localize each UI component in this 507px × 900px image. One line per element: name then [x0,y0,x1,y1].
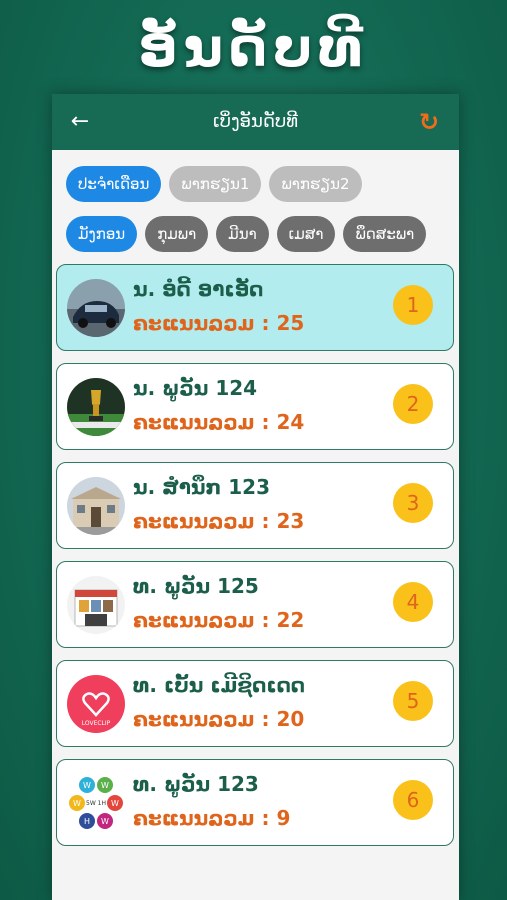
student-score: ຄະແນນລວມ : 20 [133,707,304,731]
score-label: ຄະແນນລວມ : [133,806,270,830]
score-label: ຄະແນນລວມ : [133,707,270,731]
ranking-card-1[interactable]: ນ. ອໍດີ້ ອາເອັດ ຄະແນນລວມ : 25 1 [56,264,454,351]
chip-april[interactable]: ເມສາ [276,216,336,252]
student-name: ນ. ອໍດີ້ ອາເອັດ [133,277,264,301]
student-score: ຄະແນນລວມ : 9 [133,806,290,830]
ranking-card-2[interactable]: ນ. ພູວັນ 124 ຄະແນນລວມ : 24 2 [56,363,454,450]
chip-january[interactable]: ມັງກອນ [66,216,138,252]
score-value: 23 [276,509,305,533]
h-letter: H [84,817,90,826]
w-letter: W [83,781,91,790]
avatar-shop-photo [67,576,125,634]
avatar-car-photo [67,279,125,337]
chip-semester-1[interactable]: ພາກຮຽນ1 [169,166,262,202]
student-score: ຄະແນນລວມ : 24 [133,410,304,434]
score-label: ຄະແນນລວມ : [133,311,270,335]
chip-monthly[interactable]: ປະຈຳເດືອນ [66,166,162,202]
ranking-card-6[interactable]: W W W W H W 5W 1H ທ. ພູວັນ 123 ຄະແນນລວມ … [56,759,454,846]
avatar-building-photo [67,477,125,535]
w-letter: W [111,799,119,808]
score-value: 20 [276,707,305,731]
student-name: ນ. ພູວັນ 124 [133,376,258,400]
chip-march[interactable]: ມີນາ [216,216,269,252]
rank-badge: 4 [393,582,433,622]
student-name: ທ. ເບັ້ນ ເມີຊິດເດດ [133,673,305,697]
ranking-card-3[interactable]: ນ. ສຳນຶກ 123 ຄະແນນລວມ : 23 3 [56,462,454,549]
rank-badge: 3 [393,483,433,523]
ranking-list: ນ. ອໍດີ້ ອາເອັດ ຄະແນນລວມ : 25 1 ນ. ພູວັນ… [56,264,454,858]
app-screen: ← ເບິ່ງອັນດັບທີ ↻ ປະຈຳເດືອນ ພາກຮຽນ1 ພາກຮ… [52,94,459,900]
score-value: 25 [276,311,305,335]
score-label: ຄະແນນລວມ : [133,608,270,632]
student-score: ຄະແນນລວມ : 23 [133,509,304,533]
w-letter: W [101,781,109,790]
student-name: ນ. ສຳນຶກ 123 [133,475,271,499]
score-value: 24 [276,410,305,434]
period-filter-row: ປະຈຳເດືອນ ພາກຮຽນ1 ພາກຮຽນ2 [66,166,362,202]
heart-logo-text: LOVECLIP [82,720,111,727]
page-banner-title: ອັນດັບທີ [138,16,369,79]
student-score: ຄະແນນລວມ : 22 [133,608,304,632]
chip-semester-2[interactable]: ພາກຮຽນ2 [269,166,362,202]
center-text: 5W 1H [86,800,106,807]
student-name: ທ. ພູວັນ 123 [133,772,259,796]
score-label: ຄະແນນລວມ : [133,410,270,434]
avatar-heart-logo: LOVECLIP [67,675,125,733]
chip-may[interactable]: ພຶດສະພາ [343,216,427,252]
rank-badge: 2 [393,384,433,424]
avatar-trophy-photo [67,378,125,436]
avatar-5w1h-logo: W W W W H W 5W 1H [67,774,125,832]
app-bar-title: ເບິ່ງອັນດັບທີ [212,111,299,132]
app-bar: ← ເບິ່ງອັນດັບທີ ↻ [52,94,459,150]
chip-february[interactable]: ກຸມພາ [145,216,209,252]
rank-badge: 1 [393,285,433,325]
w-letter: W [73,799,81,808]
refresh-icon[interactable]: ↻ [415,108,443,136]
ranking-card-4[interactable]: ທ. ພູວັນ 125 ຄະແນນລວມ : 22 4 [56,561,454,648]
rank-badge: 6 [393,780,433,820]
student-name: ທ. ພູວັນ 125 [133,574,259,598]
month-filter-row: ມັງກອນ ກຸມພາ ມີນາ ເມສາ ພຶດສະພາ [66,216,450,252]
w-letter: W [101,817,109,826]
ranking-card-5[interactable]: LOVECLIP ທ. ເບັ້ນ ເມີຊິດເດດ ຄະແນນລວມ : 2… [56,660,454,747]
score-label: ຄະແນນລວມ : [133,509,270,533]
student-score: ຄະແນນລວມ : 25 [133,311,304,335]
rank-badge: 5 [393,681,433,721]
score-value: 9 [276,806,291,830]
score-value: 22 [276,608,305,632]
